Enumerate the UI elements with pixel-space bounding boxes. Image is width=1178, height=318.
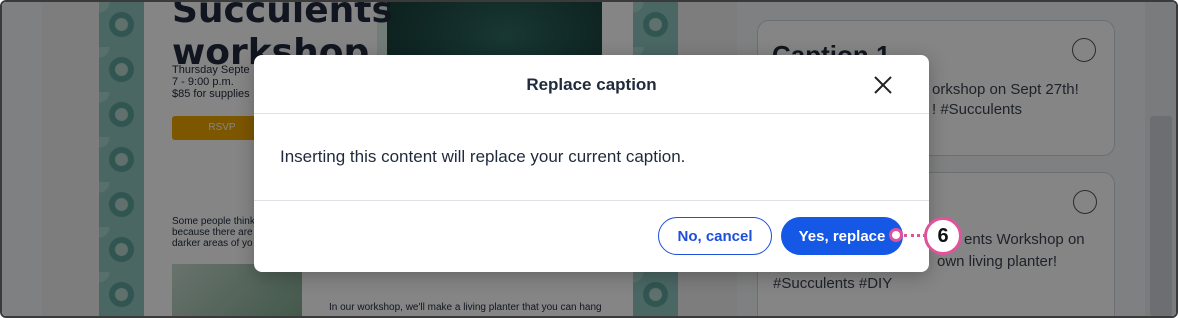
dialog-message: Inserting this content will replace your… [280, 147, 686, 166]
callout-anchor-dot [889, 228, 903, 242]
step-callout-badge: 6 [924, 217, 962, 255]
app-frame: Succulents workshop. Thursday Septe 7 - … [0, 0, 1178, 318]
cancel-button[interactable]: No, cancel [658, 217, 772, 255]
close-icon[interactable] [869, 71, 897, 99]
dialog-title: Replace caption [526, 75, 657, 94]
replace-button[interactable]: Yes, replace [781, 217, 903, 255]
dialog-header: Replace caption [254, 55, 929, 114]
dialog-footer: No, cancel Yes, replace [254, 200, 929, 273]
callout-connector [904, 234, 926, 237]
replace-caption-dialog: Replace caption Inserting this content w… [254, 55, 929, 272]
